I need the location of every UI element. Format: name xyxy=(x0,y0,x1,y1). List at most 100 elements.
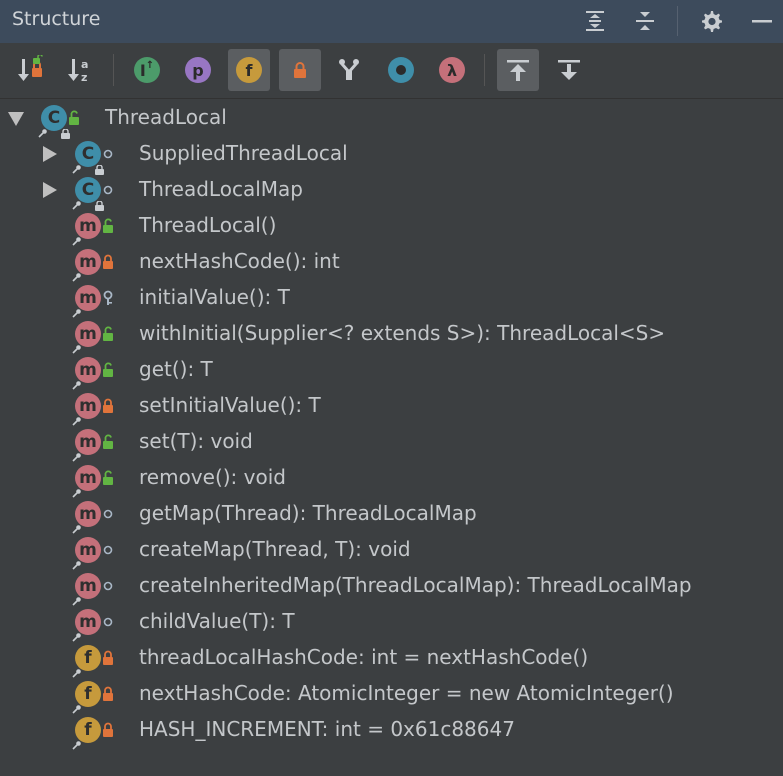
package-visibility-icon xyxy=(100,505,116,523)
tree-node-label: ThreadLocal() xyxy=(139,213,277,237)
tree-node[interactable]: m ThreadLocal() xyxy=(0,208,783,246)
tree-node[interactable]: m get(): T xyxy=(0,352,783,390)
show-inherited-button[interactable]: I ↑ xyxy=(126,49,168,91)
method-icon: m xyxy=(72,537,101,570)
node-kind-glyph: C xyxy=(81,180,95,200)
show-non-public-button[interactable] xyxy=(279,49,321,91)
tree-node[interactable]: m remove(): void xyxy=(0,460,783,498)
tree-node-label: get(): T xyxy=(139,357,213,381)
protected-visibility-icon xyxy=(100,289,116,307)
method-icon: m xyxy=(72,609,101,642)
minimize-icon xyxy=(752,20,772,23)
expand-all-button[interactable] xyxy=(580,6,610,36)
expand-arrow-right-icon[interactable] xyxy=(43,182,57,198)
class-icon: C xyxy=(72,177,104,211)
structure-toolbar: a z I ↑ p f λ xyxy=(0,43,783,99)
method-icon: m xyxy=(72,357,101,390)
show-fields-icon: f xyxy=(236,57,262,83)
show-fields-button[interactable]: f xyxy=(228,49,270,91)
node-kind-glyph: C xyxy=(47,108,61,128)
svg-text:a: a xyxy=(81,58,88,71)
sort-alphabetically-icon: a z xyxy=(68,58,88,84)
static-marker-icon xyxy=(72,483,82,498)
private-visibility-icon xyxy=(100,685,116,703)
tree-node[interactable]: C ThreadLocalMap xyxy=(0,172,783,211)
tree-node[interactable]: f nextHashCode: AtomicInteger = new Atomi… xyxy=(0,676,783,714)
tree-node-label: nextHashCode: AtomicInteger = new Atomic… xyxy=(139,681,674,705)
expand-arrow-right-icon[interactable] xyxy=(43,146,57,162)
method-icon: m xyxy=(72,465,101,498)
method-icon: m xyxy=(72,573,101,606)
field-icon: f xyxy=(72,681,101,714)
tree-node[interactable]: m nextHashCode(): int xyxy=(0,244,783,282)
field-icon: f xyxy=(72,717,101,750)
autoscroll-to-source-button[interactable] xyxy=(497,49,539,91)
tree-node[interactable]: f threadLocalHashCode: int = nextHashCode… xyxy=(0,640,783,678)
show-properties-button[interactable]: p xyxy=(177,49,219,91)
tree-node[interactable]: m set(T): void xyxy=(0,424,783,462)
collapse-all-button[interactable] xyxy=(630,6,660,36)
svg-text:z: z xyxy=(81,71,87,84)
static-marker-icon xyxy=(72,195,82,210)
autoscroll-from-source-button[interactable] xyxy=(548,49,590,91)
package-visibility-icon xyxy=(100,541,116,559)
autoscroll-to-source-icon xyxy=(507,60,529,81)
tree-node-label: threadLocalHashCode: int = nextHashCode(… xyxy=(139,645,589,669)
static-marker-icon xyxy=(72,303,82,318)
private-visibility-icon xyxy=(100,649,116,667)
sort-by-visibility-button[interactable] xyxy=(10,49,52,91)
sort-by-visibility-icon xyxy=(18,55,43,81)
tree-node[interactable]: m withInitial(Supplier<? extends S>): Thr… xyxy=(0,316,783,354)
tree-node[interactable]: f HASH_INCREMENT: int = 0x61c88647 xyxy=(0,712,783,750)
static-marker-icon xyxy=(72,555,82,570)
settings-button[interactable] xyxy=(696,6,726,36)
show-properties-icon: p xyxy=(185,57,211,83)
toolbar-divider xyxy=(113,54,114,86)
method-icon: m xyxy=(72,213,101,246)
field-icon: f xyxy=(72,645,101,678)
tree-node[interactable]: m childValue(T): T xyxy=(0,604,783,642)
public-visibility-icon xyxy=(100,433,116,451)
show-interfaces-button[interactable] xyxy=(380,49,422,91)
expand-arrow-down-icon[interactable] xyxy=(8,112,24,126)
method-icon: m xyxy=(72,285,101,318)
tree-node-label: createInheritedMap(ThreadLocalMap): Thre… xyxy=(139,573,692,597)
tree-node[interactable]: C SuppliedThreadLocal xyxy=(0,136,783,175)
static-marker-icon xyxy=(72,159,82,174)
tree-node-label: initialValue(): T xyxy=(139,285,290,309)
package-visibility-icon xyxy=(100,613,116,631)
static-marker-icon xyxy=(72,663,82,678)
tree-node-label: SuppliedThreadLocal xyxy=(139,141,348,165)
public-visibility-icon xyxy=(66,109,82,127)
tree-node[interactable]: m initialValue(): T xyxy=(0,280,783,318)
tree-node-label: withInitial(Supplier<? extends S>): Thre… xyxy=(139,321,666,345)
tree-node-label: HASH_INCREMENT: int = 0x61c88647 xyxy=(139,717,515,741)
sort-alphabetically-button[interactable]: a z xyxy=(60,49,102,91)
public-visibility-icon xyxy=(100,361,116,379)
expand-all-icon xyxy=(586,11,604,31)
static-marker-icon xyxy=(72,267,82,282)
tree-node[interactable]: m createInheritedMap(ThreadLocalMap): Thr… xyxy=(0,568,783,606)
show-lambdas-button[interactable]: λ xyxy=(431,49,473,91)
static-marker-icon xyxy=(72,339,82,354)
private-visibility-icon xyxy=(100,253,116,271)
tree-node[interactable]: C ThreadLocal xyxy=(0,100,783,139)
tree-node-label: ThreadLocalMap xyxy=(139,177,303,201)
show-interfaces-icon xyxy=(388,57,414,83)
tree-node[interactable]: m getMap(Thread): ThreadLocalMap xyxy=(0,496,783,534)
show-anonymous-button[interactable] xyxy=(328,49,370,91)
tree-node[interactable]: m setInitialValue(): T xyxy=(0,388,783,426)
method-icon: m xyxy=(72,429,101,462)
header-divider xyxy=(677,6,678,36)
node-kind-glyph: C xyxy=(81,144,95,164)
tree-node-label: ThreadLocal xyxy=(105,105,227,129)
tree-node[interactable]: m createMap(Thread, T): void xyxy=(0,532,783,570)
tree-node-label: setInitialValue(): T xyxy=(139,393,321,417)
package-visibility-icon xyxy=(100,577,116,595)
package-visibility-icon xyxy=(100,181,116,199)
static-marker-icon xyxy=(72,447,82,462)
hide-button[interactable] xyxy=(747,6,777,36)
tool-window-title: Structure xyxy=(12,8,101,30)
show-anonymous-icon xyxy=(339,59,359,80)
method-icon: m xyxy=(72,393,101,426)
